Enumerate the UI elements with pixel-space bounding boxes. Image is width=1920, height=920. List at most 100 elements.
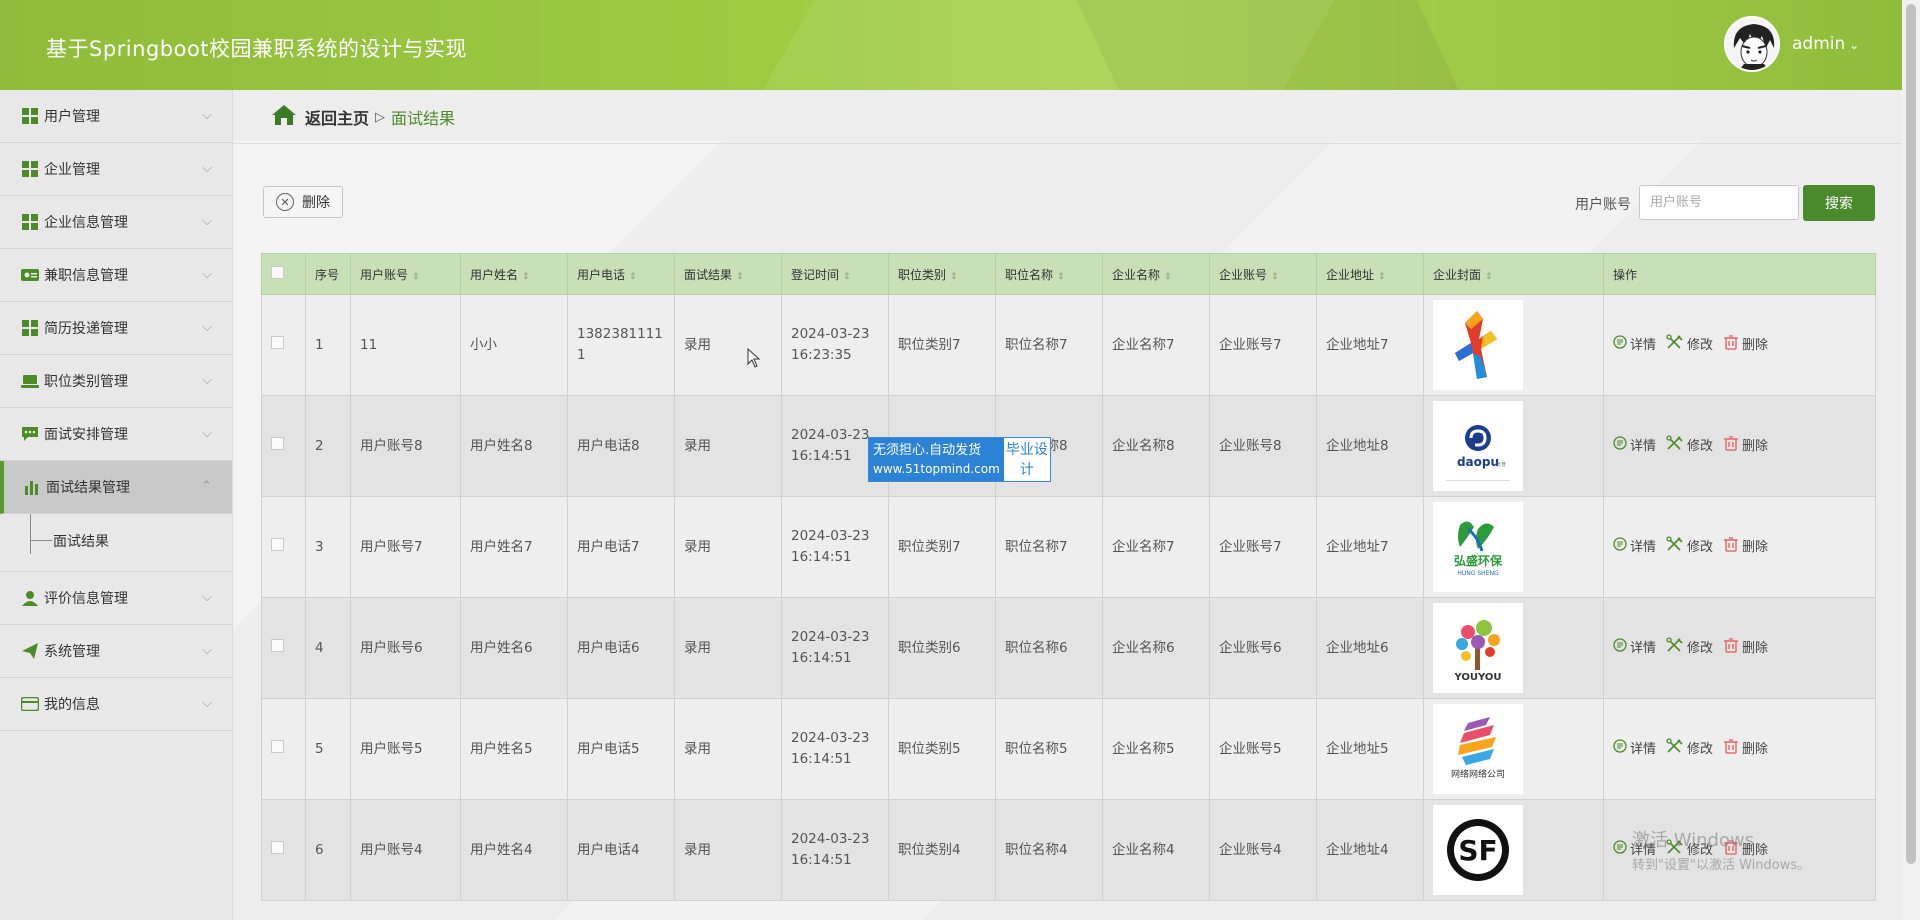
column-header[interactable]: 企业封面 ⇕	[1423, 253, 1604, 295]
detail-icon	[1613, 435, 1630, 457]
delete-row-button[interactable]: 删除	[1723, 334, 1768, 357]
sidebar-item-label: 系统管理	[44, 644, 100, 660]
row-select-cell[interactable]	[261, 395, 306, 497]
search-input[interactable]	[1639, 185, 1799, 220]
paper-plane-icon	[20, 642, 40, 660]
watermark-ad[interactable]: 无须担心.自动发货 www.51topmind.com 毕业设计	[868, 437, 1051, 482]
row-checkbox[interactable]	[271, 335, 284, 349]
column-header[interactable]: 企业账号 ⇕	[1209, 253, 1317, 295]
column-header[interactable]: 用户账号 ⇕	[350, 253, 461, 295]
column-header[interactable]: 职位类别 ⇕	[888, 253, 996, 295]
column-header[interactable]: 面试结果 ⇕	[674, 253, 782, 295]
cell-time: 2024-03-23 16:23:35	[781, 294, 889, 396]
sort-icon[interactable]: ⇕	[1164, 272, 1172, 282]
column-header[interactable]: 用户电话 ⇕	[567, 253, 675, 295]
sidebar-item-interview-result[interactable]: 面试结果管理 ⌃	[0, 461, 232, 514]
row-checkbox[interactable]	[271, 840, 284, 854]
delete-row-button[interactable]: 删除	[1723, 435, 1768, 458]
sidebar-item-reviews[interactable]: 评价信息管理 ⌵	[0, 572, 232, 625]
edit-button[interactable]: 修改	[1666, 535, 1713, 559]
row-checkbox[interactable]	[271, 537, 284, 551]
row-select-cell[interactable]	[261, 294, 306, 396]
sort-icon[interactable]: ⇕	[1271, 272, 1279, 282]
sort-icon[interactable]: ⇕	[1485, 272, 1493, 282]
select-all-checkbox[interactable]	[271, 266, 284, 279]
svg-text:道普: 道普	[1496, 461, 1506, 468]
cell-actions: 详情 修改 删除	[1603, 294, 1876, 396]
svg-text:弘盛环保: 弘盛环保	[1454, 553, 1503, 568]
row-checkbox[interactable]	[271, 436, 284, 450]
row-select-cell[interactable]	[261, 799, 306, 901]
sidebar-subitem-interview-result[interactable]: 面试结果	[0, 514, 232, 572]
sidebar-item-users[interactable]: 用户管理 ⌵	[0, 90, 232, 143]
mouse-cursor-icon	[747, 348, 761, 368]
edit-button[interactable]: 修改	[1666, 636, 1713, 660]
table-row: 4 用户账号6 用户姓名6 用户电话6 录用 2024-03-23 16:14:51 职位类…	[261, 597, 1876, 699]
row-select-cell[interactable]	[261, 496, 306, 598]
delete-row-button[interactable]: 删除	[1723, 637, 1768, 660]
sort-icon[interactable]: ⇕	[843, 272, 851, 282]
sidebar-item-label: 简历投递管理	[44, 321, 128, 337]
sort-icon[interactable]: ⇕	[1057, 272, 1065, 282]
batch-delete-button[interactable]: ✕ 删除	[263, 186, 343, 218]
svg-text:网络网络公司: 网络网络公司	[1451, 768, 1505, 780]
top-header: 基于Springboot校园兼职系统的设计与实现 admin ⌄	[0, 0, 1902, 90]
row-checkbox[interactable]	[271, 739, 284, 753]
sort-icon[interactable]: ⇕	[629, 272, 637, 282]
edit-button[interactable]: 修改	[1666, 737, 1713, 761]
sidebar-item-interview-schedule[interactable]: 面试安排管理 ⌵	[0, 408, 232, 461]
scrollbar-thumb[interactable]	[1906, 4, 1916, 864]
cell-no: 2	[305, 395, 351, 497]
user-menu[interactable]: admin ⌄	[1792, 34, 1859, 54]
delete-row-button[interactable]: 删除	[1723, 738, 1768, 761]
detail-button[interactable]: 详情	[1613, 536, 1656, 558]
cell-address: 企业地址7	[1316, 294, 1424, 396]
grid-icon	[20, 160, 40, 178]
sort-icon[interactable]: ⇕	[522, 272, 530, 282]
column-header[interactable]: 职位名称 ⇕	[995, 253, 1103, 295]
row-select-cell[interactable]	[261, 597, 306, 699]
sidebar-item-job-category[interactable]: 职位类别管理 ⌵	[0, 355, 232, 408]
sidebar-item-resume[interactable]: 简历投递管理 ⌵	[0, 302, 232, 355]
breadcrumb-home-link[interactable]: 返回主页	[305, 105, 369, 129]
sort-icon[interactable]: ⇕	[1378, 272, 1386, 282]
sort-icon[interactable]: ⇕	[412, 272, 420, 282]
chevron-down-icon: ⌵	[202, 373, 212, 388]
vertical-scrollbar[interactable]	[1902, 0, 1920, 920]
sidebar-item-parttime[interactable]: 兼职信息管理 ⌵	[0, 249, 232, 302]
column-header[interactable]: 用户姓名 ⇕	[460, 253, 568, 295]
home-icon[interactable]	[271, 104, 297, 130]
sidebar-item-system[interactable]: 系统管理 ⌵	[0, 625, 232, 678]
cell-category: 职位类别7	[888, 496, 996, 598]
results-table: 序号 用户账号 ⇕ 用户姓名 ⇕ 用户电话 ⇕ 面试结果 ⇕ 登记时间 ⇕ 职位类别 ⇕ 职…	[261, 253, 1876, 920]
detail-button[interactable]: 详情	[1613, 738, 1656, 760]
edit-button[interactable]: 修改	[1666, 434, 1713, 458]
cell-logo: daopu 道普	[1423, 395, 1604, 497]
cell-account: 用户账号4	[350, 799, 461, 901]
delete-row-button[interactable]: 删除	[1723, 536, 1768, 559]
select-all-cell[interactable]	[261, 253, 306, 295]
column-header[interactable]: 企业名称 ⇕	[1102, 253, 1210, 295]
avatar[interactable]	[1724, 16, 1780, 72]
sidebar-item-my-info[interactable]: 我的信息 ⌵	[0, 678, 232, 731]
edit-button[interactable]: 修改	[1666, 333, 1713, 357]
sidebar-item-company-info[interactable]: 企业信息管理 ⌵	[0, 196, 232, 249]
cell-phone: 用户电话5	[567, 698, 675, 800]
detail-button[interactable]: 详情	[1613, 334, 1656, 356]
edit-icon	[1666, 737, 1687, 761]
sidebar-item-label: 企业信息管理	[44, 215, 128, 231]
table-row: 5 用户账号5 用户姓名5 用户电话5 录用 2024-03-23 16:14:51 职位类…	[261, 698, 1876, 800]
row-select-cell[interactable]	[261, 698, 306, 800]
sort-icon[interactable]: ⇕	[950, 272, 958, 282]
windows-activation-watermark: 激活 Windows 转到"设置"以激活 Windows。	[1632, 826, 1810, 873]
detail-button[interactable]: 详情	[1613, 637, 1656, 659]
chevron-down-icon: ⌵	[202, 108, 212, 123]
sort-icon[interactable]: ⇕	[736, 272, 744, 282]
detail-button[interactable]: 详情	[1613, 435, 1656, 457]
search-button[interactable]: 搜索	[1803, 185, 1875, 221]
sidebar-item-companies[interactable]: 企业管理 ⌵	[0, 143, 232, 196]
grid-icon	[20, 319, 40, 337]
column-header[interactable]: 企业地址 ⇕	[1316, 253, 1424, 295]
column-header[interactable]: 登记时间 ⇕	[781, 253, 889, 295]
row-checkbox[interactable]	[271, 638, 284, 652]
